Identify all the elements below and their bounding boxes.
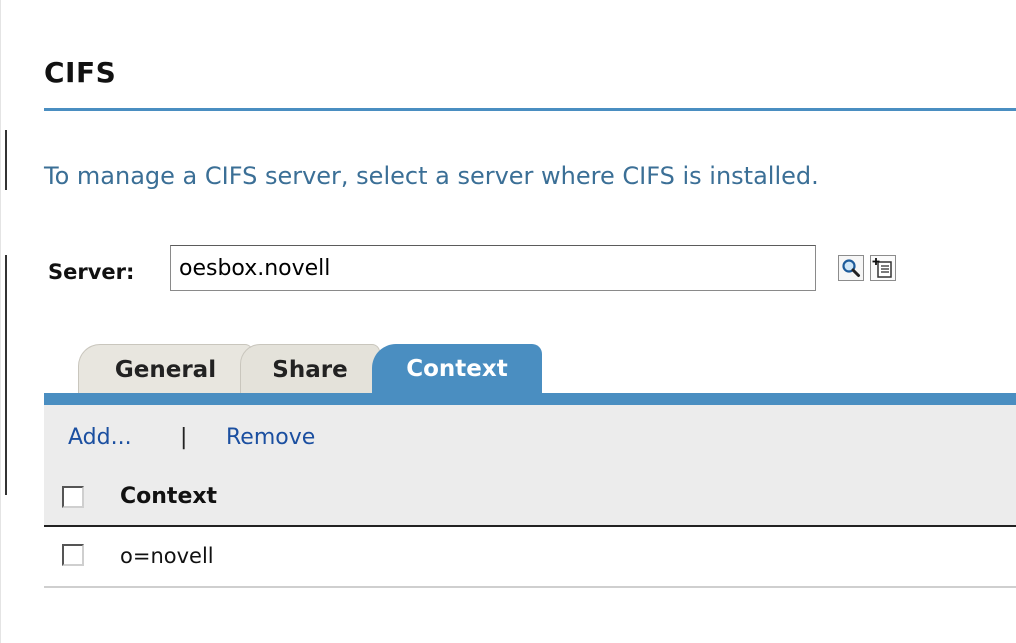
tab-label: Share xyxy=(272,356,348,383)
row-divider xyxy=(44,586,1016,588)
server-input[interactable] xyxy=(170,245,816,291)
tab-context[interactable]: Context xyxy=(372,344,542,394)
instruction-text: To manage a CIFS server, select a server… xyxy=(44,162,819,190)
action-separator: | xyxy=(180,425,188,450)
header-divider xyxy=(44,525,1016,527)
left-frame-border xyxy=(0,0,1,643)
column-header-context: Context xyxy=(120,484,218,509)
browse-objects-button[interactable] xyxy=(870,255,896,281)
page-title: CIFS xyxy=(44,56,117,89)
tab-share[interactable]: Share xyxy=(240,344,380,394)
search-server-button[interactable] xyxy=(838,255,864,281)
left-frame-marker xyxy=(5,255,7,495)
server-label: Server: xyxy=(48,260,135,284)
tab-label: Context xyxy=(406,356,508,382)
select-all-checkbox[interactable] xyxy=(62,486,84,508)
tab-strip xyxy=(44,393,1016,405)
left-frame-marker xyxy=(5,130,7,190)
row-checkbox[interactable] xyxy=(62,544,84,566)
table-row-context: o=novell xyxy=(120,544,214,568)
magnifier-icon xyxy=(842,259,860,277)
remove-context-link[interactable]: Remove xyxy=(226,425,315,450)
add-context-link[interactable]: Add... xyxy=(68,425,132,450)
tab-general[interactable]: General xyxy=(78,344,253,394)
tab-label: General xyxy=(114,356,217,383)
title-divider xyxy=(44,108,1016,111)
object-browser-icon xyxy=(872,258,892,278)
